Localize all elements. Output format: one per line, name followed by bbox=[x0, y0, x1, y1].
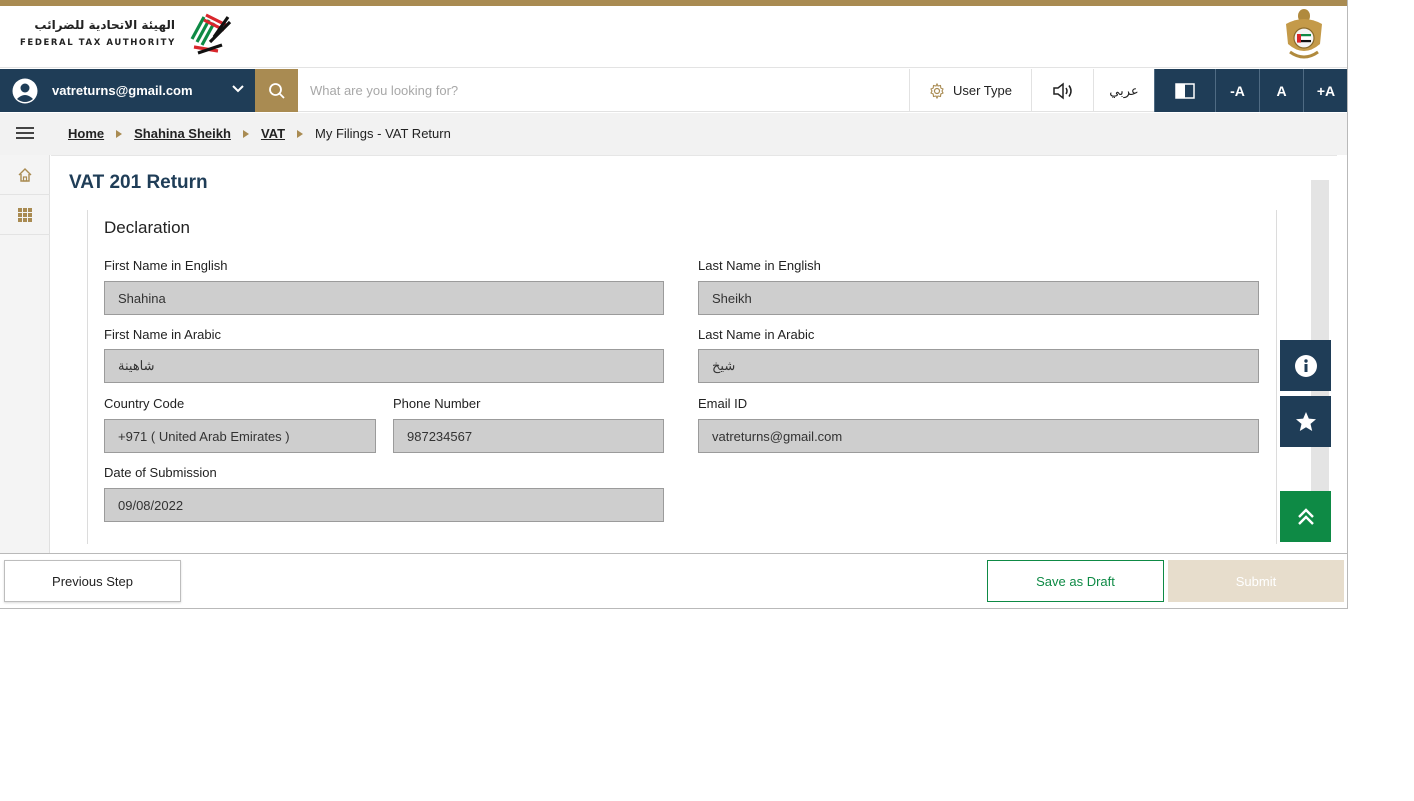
uae-emblem-icon bbox=[1286, 9, 1322, 59]
user-email: vatreturns@gmail.com bbox=[52, 83, 193, 98]
user-type-button[interactable]: User Type bbox=[909, 69, 1031, 112]
declaration-card: Declaration First Name in English Shahin… bbox=[87, 210, 1277, 544]
date-of-submission-label: Date of Submission bbox=[104, 465, 217, 480]
first-name-ar-value: شاهينة bbox=[118, 358, 155, 373]
last-name-en-field[interactable]: Sheikh bbox=[698, 281, 1259, 315]
breadcrumb-separator-icon bbox=[116, 129, 123, 138]
last-name-ar-value: شيخ bbox=[712, 358, 736, 373]
contrast-toggle-button[interactable] bbox=[1154, 69, 1215, 112]
breadcrumb-separator-icon bbox=[242, 129, 249, 138]
main-content: VAT 201 Return Declaration First Name in… bbox=[51, 155, 1337, 553]
search-icon bbox=[268, 82, 285, 99]
logo-arabic-text: الهيئة الاتحادية للضرائب bbox=[34, 18, 175, 32]
chevron-down-icon bbox=[232, 85, 244, 93]
footer-action-bar: Previous Step Save as Draft Submit bbox=[0, 553, 1347, 608]
phone-number-field[interactable]: 987234567 bbox=[393, 419, 664, 453]
last-name-en-label: Last Name in English bbox=[698, 258, 821, 273]
sidebar-item-apps[interactable] bbox=[0, 195, 50, 235]
date-of-submission-field[interactable]: 09/08/2022 bbox=[104, 488, 664, 522]
text-to-speech-button[interactable] bbox=[1031, 69, 1093, 112]
app-window: الهيئة الاتحادية للضرائب FEDERAL TAX AUT… bbox=[0, 0, 1348, 609]
user-avatar-icon bbox=[12, 78, 38, 103]
breadcrumb-vat-link[interactable]: VAT bbox=[261, 126, 285, 141]
user-type-label: User Type bbox=[952, 83, 1012, 98]
header: الهيئة الاتحادية للضرائب FEDERAL TAX AUT… bbox=[0, 6, 1347, 68]
first-name-ar-label: First Name in Arabic bbox=[104, 327, 222, 342]
search-button[interactable] bbox=[255, 69, 298, 112]
font-increase-button[interactable]: +A bbox=[1303, 69, 1347, 112]
breadcrumb: Home Shahina Sheikh VAT My Filings - VAT… bbox=[68, 126, 451, 141]
top-navbar: vatreturns@gmail.com User Type bbox=[0, 69, 1347, 112]
first-name-en-label: First Name in English bbox=[104, 258, 228, 273]
last-name-ar-label: Last Name in Arabic bbox=[698, 327, 815, 342]
save-as-draft-button[interactable]: Save as Draft bbox=[987, 560, 1164, 602]
double-chevron-up-icon bbox=[1297, 507, 1314, 525]
info-icon bbox=[1294, 354, 1317, 377]
info-button[interactable] bbox=[1280, 340, 1331, 391]
breadcrumb-user-link[interactable]: Shahina Sheikh bbox=[134, 126, 231, 141]
user-menu-button[interactable]: vatreturns@gmail.com bbox=[0, 69, 255, 112]
phone-number-label: Phone Number bbox=[393, 396, 481, 411]
submit-button[interactable]: Submit bbox=[1168, 560, 1344, 602]
font-normal-button[interactable]: A bbox=[1259, 69, 1303, 112]
country-code-field[interactable]: +971 ( United Arab Emirates ) bbox=[104, 419, 376, 453]
star-icon bbox=[1295, 411, 1316, 431]
logo-english-text: FEDERAL TAX AUTHORITY bbox=[20, 38, 176, 48]
breadcrumb-home-link[interactable]: Home bbox=[68, 126, 104, 141]
fta-logo-icon bbox=[190, 13, 232, 55]
contrast-icon bbox=[1175, 82, 1195, 99]
home-icon bbox=[18, 167, 32, 182]
gear-icon bbox=[930, 82, 944, 99]
hamburger-menu-icon[interactable] bbox=[16, 125, 34, 141]
breadcrumb-bar: Home Shahina Sheikh VAT My Filings - VAT… bbox=[0, 113, 1347, 155]
side-navigation bbox=[0, 155, 50, 553]
last-name-ar-field[interactable]: شيخ bbox=[698, 349, 1259, 383]
section-title: Declaration bbox=[104, 218, 190, 237]
favorite-button[interactable] bbox=[1280, 396, 1331, 447]
grid-icon bbox=[18, 207, 32, 222]
speaker-icon bbox=[1052, 81, 1072, 100]
first-name-en-field[interactable]: Shahina bbox=[104, 281, 664, 315]
sidebar-item-home[interactable] bbox=[0, 155, 50, 195]
breadcrumb-separator-icon bbox=[297, 129, 304, 138]
email-label: Email ID bbox=[698, 396, 748, 411]
search-input[interactable] bbox=[310, 77, 890, 104]
breadcrumb-current: My Filings - VAT Return bbox=[315, 126, 451, 141]
first-name-ar-field[interactable]: شاهينة bbox=[104, 349, 664, 383]
language-arabic-button[interactable]: عربي bbox=[1093, 69, 1154, 112]
email-field[interactable]: vatreturns@gmail.com bbox=[698, 419, 1259, 453]
scroll-to-top-button[interactable] bbox=[1280, 491, 1331, 542]
country-code-label: Country Code bbox=[104, 396, 185, 411]
previous-step-button[interactable]: Previous Step bbox=[4, 560, 181, 602]
page-title: VAT 201 Return bbox=[69, 172, 208, 193]
font-decrease-button[interactable]: -A bbox=[1215, 69, 1259, 112]
